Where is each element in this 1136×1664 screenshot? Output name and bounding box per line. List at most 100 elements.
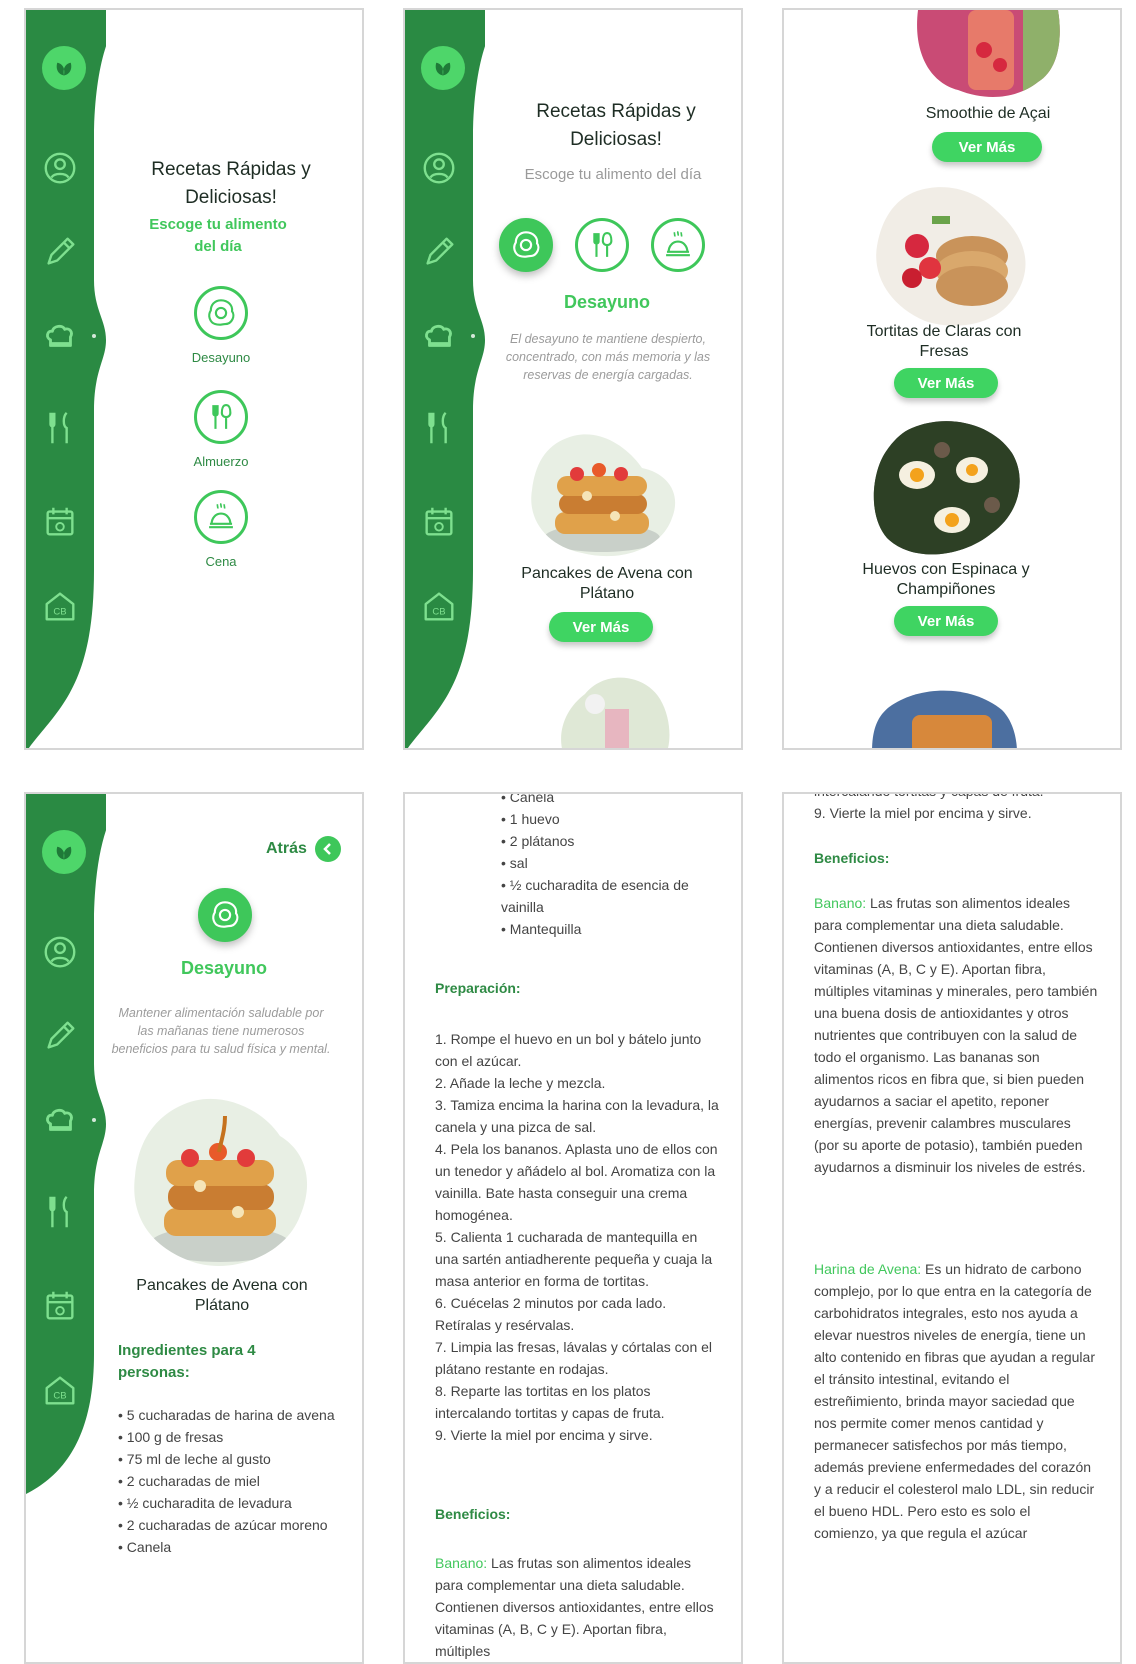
- back-button[interactable]: Atrás: [266, 836, 341, 862]
- user-icon[interactable]: [40, 932, 80, 972]
- screen-recipe-preparation: • Canela • 1 huevo • 2 plátanos • sal • …: [403, 792, 743, 1664]
- chef-hat-icon[interactable]: [419, 316, 459, 356]
- page-title: Recetas Rápidas y Deliciosas!: [536, 101, 696, 150]
- egg-icon: [204, 296, 238, 330]
- back-label: Atrás: [266, 840, 307, 857]
- list-item: 1. Rompe el huevo en un bol y bátelo jun…: [435, 1031, 702, 1069]
- recipe-title: Huevos con Espinaca y Champiñones: [862, 561, 1030, 598]
- dinner-button[interactable]: [194, 490, 248, 544]
- calendar-icon[interactable]: [419, 502, 459, 542]
- steps-list: 1. Rompe el huevo en un bol y bátelo jun…: [435, 1028, 719, 1446]
- benefits-title: Beneficios:: [814, 850, 890, 866]
- leaf-logo-icon[interactable]: [42, 830, 86, 874]
- list-item: 9. Vierte la miel por encima y sirve.: [435, 1427, 653, 1443]
- dinner-label: Cena: [205, 554, 237, 569]
- list-item: 5. Calienta 1 cucharada de mantequilla e…: [435, 1229, 713, 1289]
- list-item: 3. Tamiza encima la harina con la levadu…: [435, 1097, 719, 1135]
- list-item: 4. Pela los bananos. Aplasta uno de ello…: [435, 1141, 718, 1223]
- step-9: 9. Vierte la miel por encima y sirve.: [814, 805, 1032, 821]
- leaf-logo-icon[interactable]: [421, 46, 465, 90]
- user-icon[interactable]: [419, 148, 459, 188]
- list-item: • 5 cucharadas de harina de avena: [118, 1407, 335, 1423]
- recipe-title: Pancakes de Avena con Plátano: [136, 1277, 308, 1314]
- home-cb-icon[interactable]: [40, 586, 80, 626]
- smoothie-image: [908, 10, 1068, 100]
- active-indicator: [92, 334, 96, 338]
- section-title: Desayuno: [563, 292, 651, 312]
- cloche-icon: [204, 500, 238, 534]
- fork-knife-icon[interactable]: [40, 1192, 80, 1232]
- ingredients-list: • Canela • 1 huevo • 2 plátanos • sal • …: [501, 792, 717, 940]
- leaf-logo-icon[interactable]: [42, 46, 86, 90]
- pencil-icon[interactable]: [419, 232, 459, 272]
- screen-recipe-detail: Atrás Desayuno Mantener alimentación sal…: [24, 792, 364, 1664]
- view-more-button[interactable]: Ver Más: [932, 132, 1042, 162]
- egg-icon: [208, 898, 242, 932]
- benefit-paragraph: Banano: Las frutas son alimentos ideales…: [435, 1552, 719, 1662]
- breakfast-button[interactable]: [194, 286, 248, 340]
- section-description: Mantener alimentación saludable por las …: [111, 1006, 331, 1056]
- breakfast-label: Desayuno: [191, 350, 251, 365]
- home-cb-icon[interactable]: [419, 586, 459, 626]
- tortitas-image: [872, 186, 1028, 326]
- view-more-button[interactable]: Ver Más: [894, 606, 998, 636]
- view-more-button[interactable]: Ver Más: [549, 612, 653, 642]
- chef-hat-icon[interactable]: [40, 1100, 80, 1140]
- lunch-button[interactable]: [575, 218, 629, 272]
- page-subtitle: Escoge tu alimento del día: [149, 216, 287, 255]
- banano-paragraph: Banano: Las frutas son alimentos ideales…: [814, 892, 1098, 1178]
- fork-knife-icon[interactable]: [419, 408, 459, 448]
- list-item: • Mantequilla: [501, 921, 582, 937]
- chevron-left-icon: [314, 836, 341, 862]
- breakfast-badge: [198, 888, 252, 942]
- section-title: Desayuno: [180, 958, 268, 978]
- egg-icon: [509, 228, 543, 262]
- recipe-title: Tortitas de Claras con Fresas: [866, 323, 1022, 360]
- preparation-title: Preparación:: [435, 980, 521, 996]
- sidebar-rail: [405, 10, 485, 748]
- section-description: El desayuno te mantiene despierto, conce…: [505, 332, 711, 382]
- pencil-icon[interactable]: [40, 232, 80, 272]
- list-item: • 2 cucharadas de azúcar moreno: [118, 1517, 328, 1533]
- sidebar-rail: [26, 10, 106, 748]
- toast-image-partial: [872, 690, 1022, 748]
- pencil-icon[interactable]: [40, 1016, 80, 1056]
- page-title: Recetas Rápidas y Deliciosas!: [151, 159, 311, 208]
- recipe-title: Pancakes de Avena con Plátano: [521, 565, 693, 602]
- cloche-icon: [661, 228, 695, 262]
- cutlery-icon: [204, 400, 238, 434]
- benefit-keyword: Harina de Avena:: [814, 1261, 922, 1277]
- list-item: • ½ cucharadita de esencia de vainilla: [501, 877, 689, 915]
- screen-categories: Recetas Rápidas y Deliciosas! Escoge tu …: [24, 8, 364, 750]
- chef-hat-icon[interactable]: [40, 316, 80, 356]
- benefit-text: Las frutas son alimentos ideales para co…: [814, 895, 1098, 1175]
- smoothie-image-partial: [555, 674, 675, 748]
- lunch-button[interactable]: [194, 390, 248, 444]
- cutlery-icon: [585, 228, 619, 262]
- page-subtitle: Escoge tu alimento del día: [524, 166, 702, 183]
- active-indicator: [471, 334, 475, 338]
- list-item: • sal: [501, 855, 528, 871]
- huevos-image: [872, 420, 1022, 560]
- list-item: 8. Reparte las tortitas en los platos in…: [435, 1383, 665, 1421]
- calendar-icon[interactable]: [40, 1286, 80, 1326]
- benefit-keyword: Banano:: [435, 1555, 488, 1571]
- breakfast-button[interactable]: [499, 218, 553, 272]
- screen-breakfast-list: Recetas Rápidas y Deliciosas! Escoge tu …: [403, 8, 743, 750]
- pancakes-image: [130, 1096, 310, 1274]
- home-cb-icon[interactable]: [40, 1370, 80, 1410]
- lunch-label: Almuerzo: [193, 454, 249, 469]
- active-indicator: [92, 1118, 96, 1122]
- list-item: • 100 g de fresas: [118, 1429, 224, 1445]
- step-cut: intercalando tortitas y capas de fruta.: [814, 794, 1098, 802]
- list-item: • 2 plátanos: [501, 833, 575, 849]
- calendar-icon[interactable]: [40, 502, 80, 542]
- user-icon[interactable]: [40, 148, 80, 188]
- benefit-keyword: Banano:: [814, 895, 867, 911]
- list-item: 7. Limpia las fresas, lávalas y córtalas…: [435, 1339, 713, 1377]
- pancakes-image: [527, 430, 677, 560]
- list-item: • Canela: [501, 792, 555, 805]
- fork-knife-icon[interactable]: [40, 408, 80, 448]
- view-more-button[interactable]: Ver Más: [894, 368, 998, 398]
- dinner-button[interactable]: [651, 218, 705, 272]
